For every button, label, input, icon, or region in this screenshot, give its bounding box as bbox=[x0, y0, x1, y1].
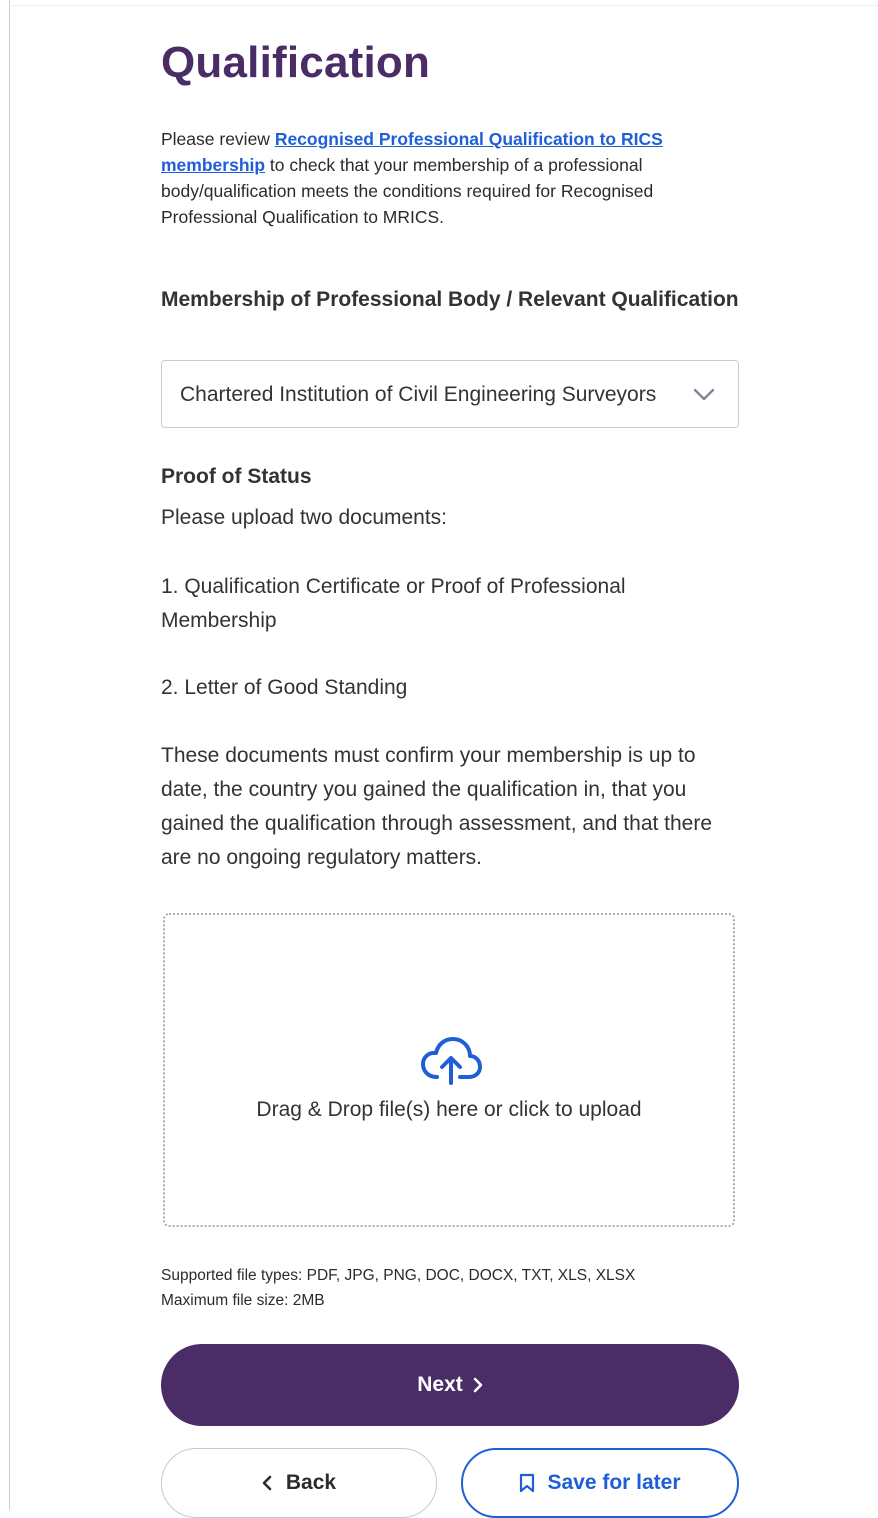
page-title: Qualification bbox=[161, 38, 431, 87]
top-divider bbox=[9, 5, 878, 6]
dropzone-prompt: Drag & Drop file(s) here or click to upl… bbox=[256, 1098, 642, 1121]
proof-of-status-heading: Proof of Status bbox=[161, 465, 312, 488]
membership-select[interactable]: Chartered Institution of Civil Engineeri… bbox=[161, 360, 739, 428]
back-button[interactable]: Back bbox=[161, 1448, 437, 1518]
membership-select-label: Membership of Professional Body / Releva… bbox=[161, 288, 739, 311]
back-button-label: Back bbox=[285, 1471, 337, 1494]
next-button[interactable]: Next bbox=[161, 1344, 739, 1426]
membership-select-value: Chartered Institution of Civil Engineeri… bbox=[180, 383, 657, 406]
chevron-down-icon bbox=[693, 388, 715, 401]
chevron-left-icon bbox=[262, 1475, 272, 1491]
instruction-item-1: 1. Qualification Certificate or Proof of… bbox=[161, 575, 626, 632]
file-dropzone[interactable]: Drag & Drop file(s) here or click to upl… bbox=[163, 913, 735, 1227]
next-button-label: Next bbox=[417, 1373, 463, 1396]
left-divider bbox=[9, 0, 10, 1510]
instruction-upload-two: Please upload two documents: bbox=[161, 506, 448, 529]
supported-file-types: Supported file types: PDF, JPG, PNG, DOC… bbox=[161, 1267, 636, 1284]
instruction-item-2: 2. Letter of Good Standing bbox=[161, 676, 408, 699]
save-for-later-label: Save for later bbox=[547, 1471, 681, 1494]
file-requirements: Supported file types: PDF, JPG, PNG, DOC… bbox=[161, 1263, 739, 1313]
max-file-size: Maximum file size: 2MB bbox=[161, 1292, 325, 1309]
intro-prefix: Please review bbox=[161, 129, 275, 149]
cloud-upload-icon bbox=[421, 1037, 482, 1085]
instruction-documents-requirement: These documents must confirm your member… bbox=[161, 744, 713, 869]
intro-text: Please review Recognised Professional Qu… bbox=[161, 126, 739, 230]
save-for-later-button[interactable]: Save for later bbox=[461, 1448, 739, 1518]
bookmark-icon bbox=[520, 1473, 535, 1493]
chevron-right-icon bbox=[473, 1377, 483, 1393]
